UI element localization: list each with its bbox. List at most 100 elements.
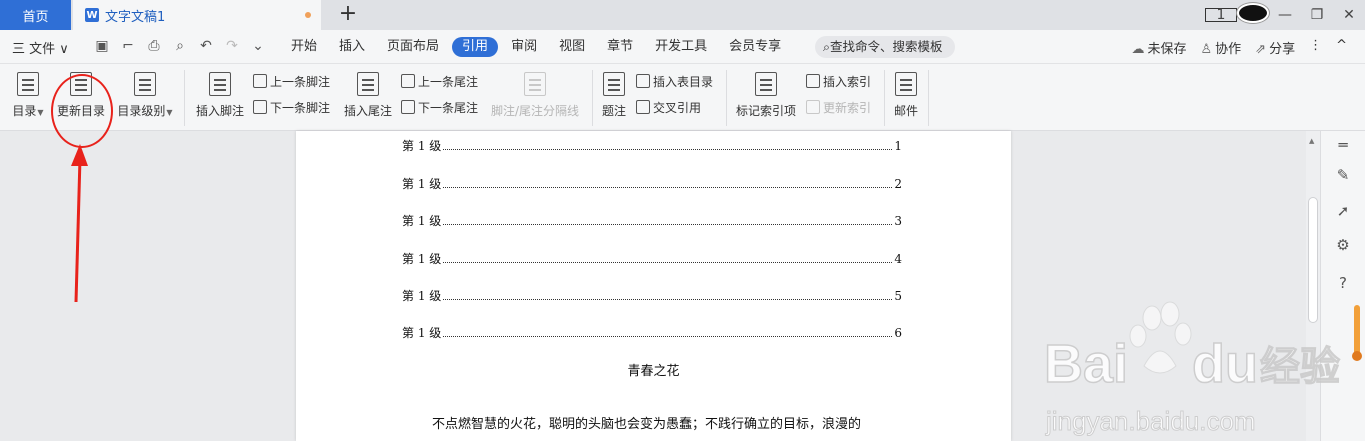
toc-entry[interactable]: 第 1 级 3 (402, 212, 902, 228)
command-search-label: 查找命令、搜索模板 (830, 39, 943, 54)
pen-icon[interactable]: ✎ (1333, 165, 1353, 185)
tab-developer[interactable]: 开发工具 (646, 37, 716, 57)
tab-references[interactable]: 引用 (452, 37, 499, 57)
watermark-brand-latin: Bai (1044, 334, 1128, 394)
avatar-icon (1237, 3, 1269, 23)
toc-leader (443, 336, 893, 337)
tab-document-label: 文字文稿1 (105, 9, 166, 25)
close-button[interactable]: ✕ (1333, 7, 1365, 23)
restore-button[interactable]: ❐ (1301, 7, 1333, 23)
document-title: 青春之花 (627, 364, 680, 379)
minimize-button[interactable]: — (1269, 7, 1301, 23)
annotation-circle (51, 74, 113, 148)
insert-table-toc-button[interactable]: 插入表目录 (636, 73, 713, 90)
user-avatar[interactable] (1237, 3, 1269, 27)
file-menu[interactable]: 三 文件 ∨ (12, 38, 69, 57)
format-painter-icon[interactable]: ⌐ (120, 38, 136, 54)
tab-document[interactable]: W 文字文稿1 (73, 0, 321, 30)
toc-entry-page: 6 (894, 326, 902, 340)
customize-toolbar-icon[interactable]: ⌄ (250, 38, 266, 54)
ribbon-tabs: 开始 插入 页面布局 引用 审阅 视图 章节 开发工具 会员专享 (282, 37, 794, 57)
prev-footnote-button[interactable]: 上一条脚注 (253, 73, 330, 90)
quick-access-toolbar: ▣ ⌐ ⎙ ⌕ ↶ ↷ ⌄ (94, 38, 266, 54)
insert-footnote-button[interactable]: 插入脚注 (193, 72, 247, 119)
window-count-badge[interactable]: 1 (1205, 7, 1237, 23)
scroll-up-icon[interactable]: ▲ (1309, 137, 1314, 145)
collaborate-button[interactable]: ♙ 协作 (1201, 38, 1242, 57)
toc-entry-label: 第 1 级 (402, 252, 442, 266)
collapse-ribbon-button[interactable]: ^ (1336, 38, 1347, 57)
more-button[interactable]: ⋮ (1309, 38, 1322, 57)
toc-entry[interactable]: 第 1 级 5 (402, 287, 902, 303)
toc-icon (17, 72, 39, 96)
next-endnote-button[interactable]: 下一条尾注 (401, 99, 478, 116)
document-page[interactable]: 第 1 级 1 第 1 级 2 第 1 级 3 第 1 级 4 第 1 级 5 第 1 级… (296, 131, 1011, 441)
baidu-jingyan-watermark: Bai du 经验 jingyan.baidu.com (1043, 301, 1341, 437)
footnote-separator-label: 脚注/尾注分隔线 (490, 104, 580, 118)
caption-button[interactable]: 题注 (598, 72, 630, 119)
insert-endnote-button[interactable]: 插入尾注 (341, 72, 395, 119)
next-footnote-button[interactable]: 下一条脚注 (253, 99, 330, 116)
insert-endnote-label: 插入尾注 (343, 104, 392, 118)
mark-index-button[interactable]: 标记索引项 (732, 72, 800, 119)
new-tab-button[interactable]: + (336, 3, 360, 27)
tab-review[interactable]: 审阅 (502, 37, 546, 57)
toc-entry[interactable]: 第 1 级 2 (402, 175, 902, 191)
update-index-button[interactable]: 更新索引 (806, 99, 871, 116)
toc-entry-label: 第 1 级 (402, 214, 442, 228)
table-toc-icon (636, 74, 650, 88)
sliders-icon[interactable]: ⚙ (1333, 235, 1353, 255)
share-label: 分享 (1269, 42, 1296, 57)
toc-level-button[interactable]: 目录级别▼ (114, 72, 176, 119)
tab-insert[interactable]: 插入 (330, 37, 374, 57)
insert-index-button[interactable]: 插入索引 (806, 73, 871, 90)
toc-entry[interactable]: 第 1 级 1 (402, 137, 902, 153)
cross-ref-label: 交叉引用 (653, 101, 702, 115)
toc-button[interactable]: 目录▼ (8, 72, 48, 119)
toc-leader (443, 262, 893, 263)
menu-lines-icon[interactable]: ═ (1333, 135, 1353, 155)
tab-section[interactable]: 章节 (598, 37, 642, 57)
right-actions: ☁ 未保存 ♙ 协作 ⇗ 分享 ⋮ ^ (1131, 38, 1347, 57)
mail-button[interactable]: 邮件 (890, 72, 922, 119)
cloud-icon: ☁ (1131, 42, 1145, 57)
toc-entry[interactable]: 第 1 级 6 (402, 324, 902, 340)
next-footnote-icon (253, 100, 267, 114)
undo-icon[interactable]: ↶ (198, 38, 214, 54)
tab-view[interactable]: 视图 (550, 37, 594, 57)
footnote-icon (209, 72, 231, 96)
cross-ref-icon (636, 100, 650, 114)
toc-level-icon (134, 72, 156, 96)
ribbon: 目录▼ 更新目录 目录级别▼ 插入脚注 上一条脚注 下一条脚注 插入尾注 上一条… (0, 64, 1365, 131)
cursor-icon[interactable]: ➚ (1333, 201, 1353, 221)
toc-leader (443, 149, 893, 150)
redo-icon[interactable]: ↷ (224, 38, 240, 54)
unsaved-button[interactable]: ☁ 未保存 (1131, 38, 1186, 57)
toc-label: 目录 (12, 104, 37, 118)
print-icon[interactable]: ⎙ (146, 38, 162, 54)
update-index-label: 更新索引 (823, 101, 872, 115)
tab-page-layout[interactable]: 页面布局 (378, 37, 448, 57)
cross-ref-button[interactable]: 交叉引用 (636, 99, 701, 116)
watermark-brand-cn: 经验 (1260, 344, 1340, 390)
command-search[interactable]: ⌕查找命令、搜索模板 (815, 36, 955, 58)
print-preview-icon[interactable]: ⌕ (172, 38, 188, 54)
tab-home[interactable]: 首页 (0, 0, 71, 30)
window-controls: 1 — ❐ ✕ (1205, 0, 1365, 30)
prev-endnote-button[interactable]: 上一条尾注 (401, 73, 478, 90)
divider (184, 70, 185, 126)
help-icon[interactable]: ? (1333, 273, 1353, 293)
wps-writer-icon: W (85, 8, 99, 22)
toc-entry-label: 第 1 级 (402, 139, 442, 153)
toc-entry[interactable]: 第 1 级 4 (402, 250, 902, 266)
next-endnote-icon (401, 100, 415, 114)
tab-start[interactable]: 开始 (282, 37, 326, 57)
toc-entry-page: 1 (894, 139, 902, 153)
save-icon[interactable]: ▣ (94, 38, 110, 54)
mark-index-label: 标记索引项 (735, 104, 796, 118)
footnote-separator-button[interactable]: 脚注/尾注分隔线 (489, 72, 581, 119)
toc-entry-label: 第 1 级 (402, 326, 442, 340)
share-button[interactable]: ⇗ 分享 (1255, 38, 1295, 57)
tab-member[interactable]: 会员专享 (720, 37, 790, 57)
unsaved-label: 未保存 (1147, 42, 1187, 57)
